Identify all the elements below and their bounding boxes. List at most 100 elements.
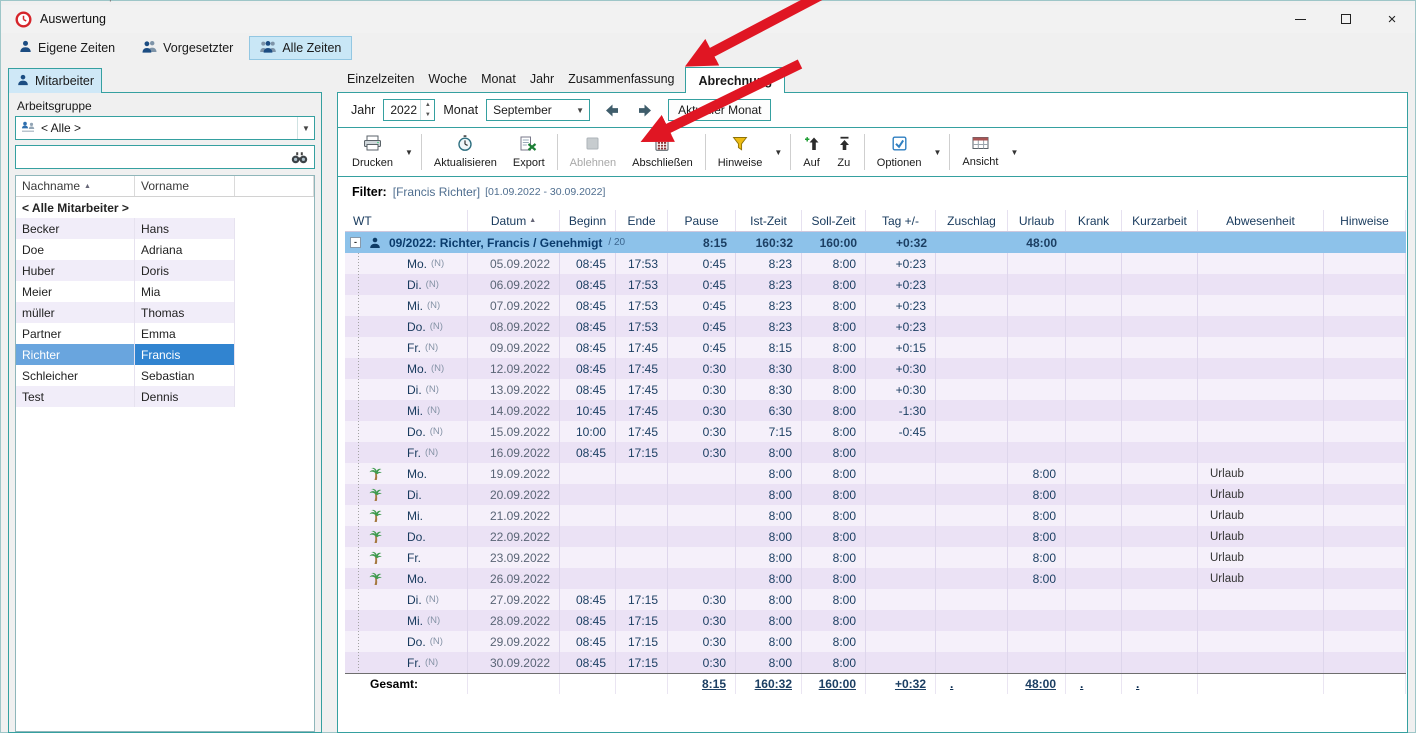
- zuschlag: [936, 484, 1008, 505]
- tab-alle-zeiten[interactable]: Alle Zeiten: [249, 36, 352, 60]
- col-krank[interactable]: Krank: [1066, 210, 1122, 231]
- day-row[interactable]: Mo. (N)12.09.202208:4517:450:308:308:00+…: [345, 358, 1406, 379]
- day-row[interactable]: Do. (N)29.09.202208:4517:150:308:008:00: [345, 631, 1406, 652]
- tab-woche[interactable]: Woche: [423, 68, 472, 90]
- day-row[interactable]: Di. (N)06.09.202208:4517:530:458:238:00+…: [345, 274, 1406, 295]
- col-kurzarbeit[interactable]: Kurzarbeit: [1122, 210, 1198, 231]
- employee-row[interactable]: BeckerHans: [16, 218, 314, 239]
- weekday: Mi. (N): [387, 400, 468, 421]
- tab-abrechnung[interactable]: Abrechnung: [685, 67, 785, 93]
- day-row[interactable]: Di. (N)27.09.202208:4517:150:308:008:00: [345, 589, 1406, 610]
- month-group-row[interactable]: - 09/2022: Richter, Francis / Genehmigt/…: [345, 232, 1406, 253]
- table-header: WT Datum▲ Beginn Ende Pause Ist-Zeit Sol…: [345, 210, 1406, 232]
- employee-firstname: Doris: [135, 260, 235, 281]
- month-select[interactable]: September ▼: [486, 99, 590, 121]
- col-datum[interactable]: Datum▲: [468, 210, 560, 231]
- col-vorname[interactable]: Vorname: [135, 176, 235, 196]
- spin-up-icon[interactable]: ▲: [421, 100, 434, 110]
- col-pause[interactable]: Pause: [668, 210, 736, 231]
- tab-zusammenfassung[interactable]: Zusammenfassung: [563, 68, 679, 90]
- binoculars-icon[interactable]: [285, 151, 314, 164]
- options-dropdown[interactable]: ▼: [929, 130, 945, 174]
- minimize-button[interactable]: [1277, 5, 1323, 33]
- employee-row[interactable]: SchleicherSebastian: [16, 365, 314, 386]
- urlaub: [1008, 274, 1066, 295]
- employee-firstname: Mia: [135, 281, 235, 302]
- year-spinner[interactable]: 2022 ▲ ▼: [383, 99, 435, 121]
- col-urlaub[interactable]: Urlaub: [1008, 210, 1066, 231]
- day-row[interactable]: Mo. (N)05.09.202208:4517:530:458:238:00+…: [345, 253, 1406, 274]
- options-button[interactable]: Optionen: [869, 130, 930, 174]
- abwesenheit: Urlaub: [1198, 463, 1324, 484]
- end-time: 17:15: [616, 631, 668, 652]
- ist-zeit: 8:30: [736, 358, 802, 379]
- day-row[interactable]: Mi. 21.09.20228:008:008:00Urlaub: [345, 505, 1406, 526]
- col-wt[interactable]: WT: [345, 210, 468, 231]
- day-row[interactable]: Do. 22.09.20228:008:008:00Urlaub: [345, 526, 1406, 547]
- employee-row[interactable]: TestDennis: [16, 386, 314, 407]
- col-soll-zeit[interactable]: Soll-Zeit: [802, 210, 866, 231]
- current-month-button[interactable]: Aktueller Monat: [668, 99, 771, 121]
- day-row[interactable]: Fr. (N)09.09.202208:4517:450:458:158:00+…: [345, 337, 1406, 358]
- day-row[interactable]: Mi. (N)28.09.202208:4517:150:308:008:00: [345, 610, 1406, 631]
- spin-down-icon[interactable]: ▼: [421, 110, 434, 120]
- day-row[interactable]: Fr. 23.09.20228:008:008:00Urlaub: [345, 547, 1406, 568]
- close-button[interactable]: ×: [1369, 5, 1415, 33]
- hints-button[interactable]: Hinweise: [710, 130, 771, 174]
- day-row[interactable]: Fr. (N)16.09.202208:4517:150:308:008:00: [345, 442, 1406, 463]
- tab-jahr[interactable]: Jahr: [525, 68, 559, 90]
- hints-dropdown[interactable]: ▼: [770, 130, 786, 174]
- day-row[interactable]: Mo. 19.09.20228:008:008:00Urlaub: [345, 463, 1406, 484]
- all-employees-row[interactable]: < Alle Mitarbeiter >: [16, 197, 314, 218]
- collapse-all-button[interactable]: Zu: [828, 130, 860, 174]
- view-dropdown[interactable]: ▼: [1006, 130, 1022, 174]
- tab-eigene-zeiten[interactable]: Eigene Zeiten: [8, 36, 126, 60]
- day-row[interactable]: Do. (N)08.09.202208:4517:530:458:238:00+…: [345, 316, 1406, 337]
- col-nachname[interactable]: Nachname▲: [16, 176, 135, 196]
- employee-row[interactable]: müllerThomas: [16, 302, 314, 323]
- tab-einzelzeiten[interactable]: Einzelzeiten: [342, 68, 419, 90]
- employee-row[interactable]: DoeAdriana: [16, 239, 314, 260]
- col-hinweise[interactable]: Hinweise: [1324, 210, 1406, 231]
- employee-row[interactable]: RichterFrancis: [16, 344, 314, 365]
- day-row[interactable]: Di. 20.09.20228:008:008:00Urlaub: [345, 484, 1406, 505]
- print-button[interactable]: Drucken: [344, 130, 401, 174]
- weekday: Fr. (N): [387, 652, 468, 673]
- maximize-button[interactable]: [1323, 5, 1369, 33]
- minimize-icon: [1295, 19, 1306, 20]
- day-row[interactable]: Mi. (N)14.09.202210:4517:450:306:308:00-…: [345, 400, 1406, 421]
- day-row[interactable]: Do. (N)15.09.202210:0017:450:307:158:00-…: [345, 421, 1406, 442]
- refresh-button[interactable]: Aktualisieren: [426, 130, 505, 174]
- day-row[interactable]: Mo. 26.09.20228:008:008:00Urlaub: [345, 568, 1406, 589]
- maximize-icon: [1341, 14, 1351, 24]
- expand-all-button[interactable]: Auf: [795, 130, 828, 174]
- employee-row[interactable]: PartnerEmma: [16, 323, 314, 344]
- tab-mitarbeiter[interactable]: Mitarbeiter: [8, 68, 102, 93]
- export-button[interactable]: Export: [505, 130, 553, 174]
- employee-row[interactable]: MeierMia: [16, 281, 314, 302]
- employee-row[interactable]: HuberDoris: [16, 260, 314, 281]
- employee-search-input[interactable]: [16, 146, 285, 168]
- tab-vorgesetzter[interactable]: Vorgesetzter: [131, 36, 244, 60]
- chevron-down-icon[interactable]: ▼: [297, 117, 314, 139]
- view-button[interactable]: Ansicht: [954, 130, 1006, 174]
- col-tag-diff[interactable]: Tag +/-: [866, 210, 936, 231]
- tab-monat[interactable]: Monat: [476, 68, 521, 90]
- collapse-box[interactable]: -: [350, 237, 361, 248]
- print-dropdown[interactable]: ▼: [401, 130, 417, 174]
- day-row[interactable]: Di. (N)13.09.202208:4517:450:308:308:00+…: [345, 379, 1406, 400]
- next-month-button[interactable]: [632, 99, 658, 121]
- col-ende[interactable]: Ende: [616, 210, 668, 231]
- col-abwesenheit[interactable]: Abwesenheit: [1198, 210, 1324, 231]
- previous-month-button[interactable]: [598, 99, 624, 121]
- finalize-button[interactable]: Abschließen: [624, 130, 701, 174]
- col-beginn[interactable]: Beginn: [560, 210, 616, 231]
- workgroup-select[interactable]: < Alle > ▼: [15, 116, 315, 140]
- zuschlag: [936, 526, 1008, 547]
- end-time: 17:45: [616, 337, 668, 358]
- day-row[interactable]: Mi. (N)07.09.202208:4517:530:458:238:00+…: [345, 295, 1406, 316]
- col-zuschlag[interactable]: Zuschlag: [936, 210, 1008, 231]
- col-ist-zeit[interactable]: Ist-Zeit: [736, 210, 802, 231]
- kurzarbeit: [1122, 505, 1198, 526]
- day-row[interactable]: Fr. (N)30.09.202208:4517:150:308:008:00: [345, 652, 1406, 673]
